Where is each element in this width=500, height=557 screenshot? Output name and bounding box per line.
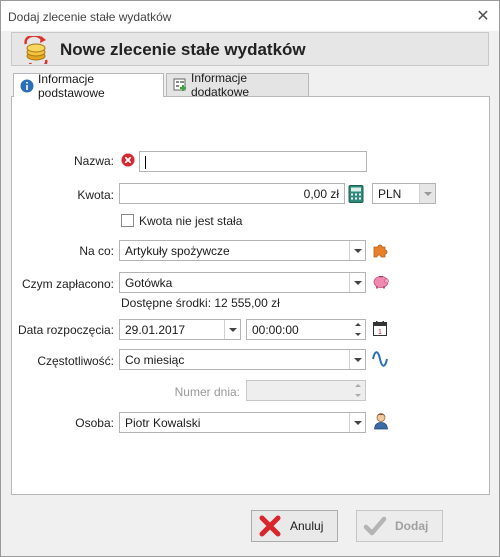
form-add-icon xyxy=(173,78,186,91)
cancel-button[interactable]: Anuluj xyxy=(251,510,338,542)
spin-down-icon[interactable] xyxy=(351,391,365,401)
chevron-down-icon[interactable] xyxy=(349,350,365,369)
currency-select[interactable]: PLN xyxy=(372,183,436,204)
amount-label: Kwota: xyxy=(77,188,114,202)
add-button-label: Dodaj xyxy=(395,519,429,533)
date-picker[interactable]: 29.01.2017 xyxy=(119,319,241,340)
svg-text:1: 1 xyxy=(378,329,382,336)
dialog-header: Nowe zlecenie stałe wydatków xyxy=(11,32,489,66)
payment-select[interactable]: Gotówka xyxy=(119,272,366,293)
checkmark-icon xyxy=(363,516,387,536)
title-bar[interactable]: Dodaj zlecenie stałe wydatków ✕ xyxy=(1,1,499,31)
text-caret xyxy=(145,156,146,170)
chevron-down-icon[interactable] xyxy=(349,413,365,432)
day-number-stepper[interactable] xyxy=(246,380,366,401)
payment-label: Czym zapłacono: xyxy=(21,277,114,291)
day-number-label: Numer dnia: xyxy=(174,385,240,399)
currency-value: PLN xyxy=(378,187,402,201)
chevron-down-icon[interactable] xyxy=(419,184,435,203)
person-value: Piotr Kowalski xyxy=(125,416,201,430)
tab-basic-info[interactable]: Informacje podstawowe xyxy=(13,71,164,100)
dialog-heading: Nowe zlecenie stałe wydatków xyxy=(60,40,306,59)
person-select[interactable]: Piotr Kowalski xyxy=(119,412,366,433)
category-select[interactable]: Artykuły spożywcze xyxy=(119,240,366,261)
start-date-label: Data rozpoczęcia: xyxy=(17,323,114,337)
time-stepper[interactable]: 00:00:00 xyxy=(246,319,366,340)
payment-value: Gotówka xyxy=(125,276,173,290)
close-icon[interactable]: ✕ xyxy=(471,5,495,27)
frequency-select[interactable]: Co miesiąc xyxy=(119,349,366,370)
amount-field[interactable]: 0,00 zł xyxy=(119,183,345,204)
name-label: Nazwa: xyxy=(73,154,114,168)
user-icon[interactable] xyxy=(373,412,389,430)
cancel-x-icon xyxy=(259,515,281,537)
coins-refresh-icon xyxy=(24,36,48,64)
tab-additional-info[interactable]: Informacje dodatkowe xyxy=(166,71,309,99)
name-field[interactable] xyxy=(139,151,367,172)
frequency-label: Częstotliwość: xyxy=(37,354,114,368)
chevron-down-icon[interactable] xyxy=(224,320,240,339)
puzzle-icon[interactable] xyxy=(372,242,388,259)
spin-up-icon[interactable] xyxy=(351,320,365,330)
time-value: 00:00:00 xyxy=(252,323,299,337)
add-button[interactable]: Dodaj xyxy=(356,510,443,542)
date-value: 29.01.2017 xyxy=(125,323,186,337)
frequency-value: Co miesiąc xyxy=(125,353,185,367)
spin-up-icon[interactable] xyxy=(351,381,365,391)
sine-wave-icon[interactable] xyxy=(372,350,388,368)
info-icon xyxy=(20,79,34,92)
error-icon xyxy=(121,153,135,167)
tab-label: Informacje dodatkowe xyxy=(191,71,250,99)
time-spin-buttons[interactable] xyxy=(351,320,365,339)
category-label: Na co: xyxy=(79,244,114,258)
window-title: Dodaj zlecenie stałe wydatków xyxy=(8,10,172,24)
variable-amount-checkbox[interactable] xyxy=(121,214,134,227)
day-spin-buttons[interactable] xyxy=(351,381,365,400)
chevron-down-icon[interactable] xyxy=(349,241,365,260)
category-value: Artykuły spożywcze xyxy=(125,244,230,258)
calendar-icon[interactable]: 1 xyxy=(373,321,387,336)
tab-label: Informacje podstawowe xyxy=(38,71,105,100)
chevron-down-icon[interactable] xyxy=(349,273,365,292)
dialog-window: Dodaj zlecenie stałe wydatków ✕ Nowe zle… xyxy=(0,0,500,557)
variable-amount-label[interactable]: Kwota nie jest stała xyxy=(139,214,242,228)
person-label: Osoba: xyxy=(75,416,114,430)
cancel-button-label: Anuluj xyxy=(290,519,324,533)
piggy-bank-icon[interactable] xyxy=(372,274,390,289)
available-funds-text: Dostępne środki: 12 555,00 zł xyxy=(121,296,280,310)
calculator-icon[interactable] xyxy=(348,185,364,203)
spin-down-icon[interactable] xyxy=(351,330,365,340)
